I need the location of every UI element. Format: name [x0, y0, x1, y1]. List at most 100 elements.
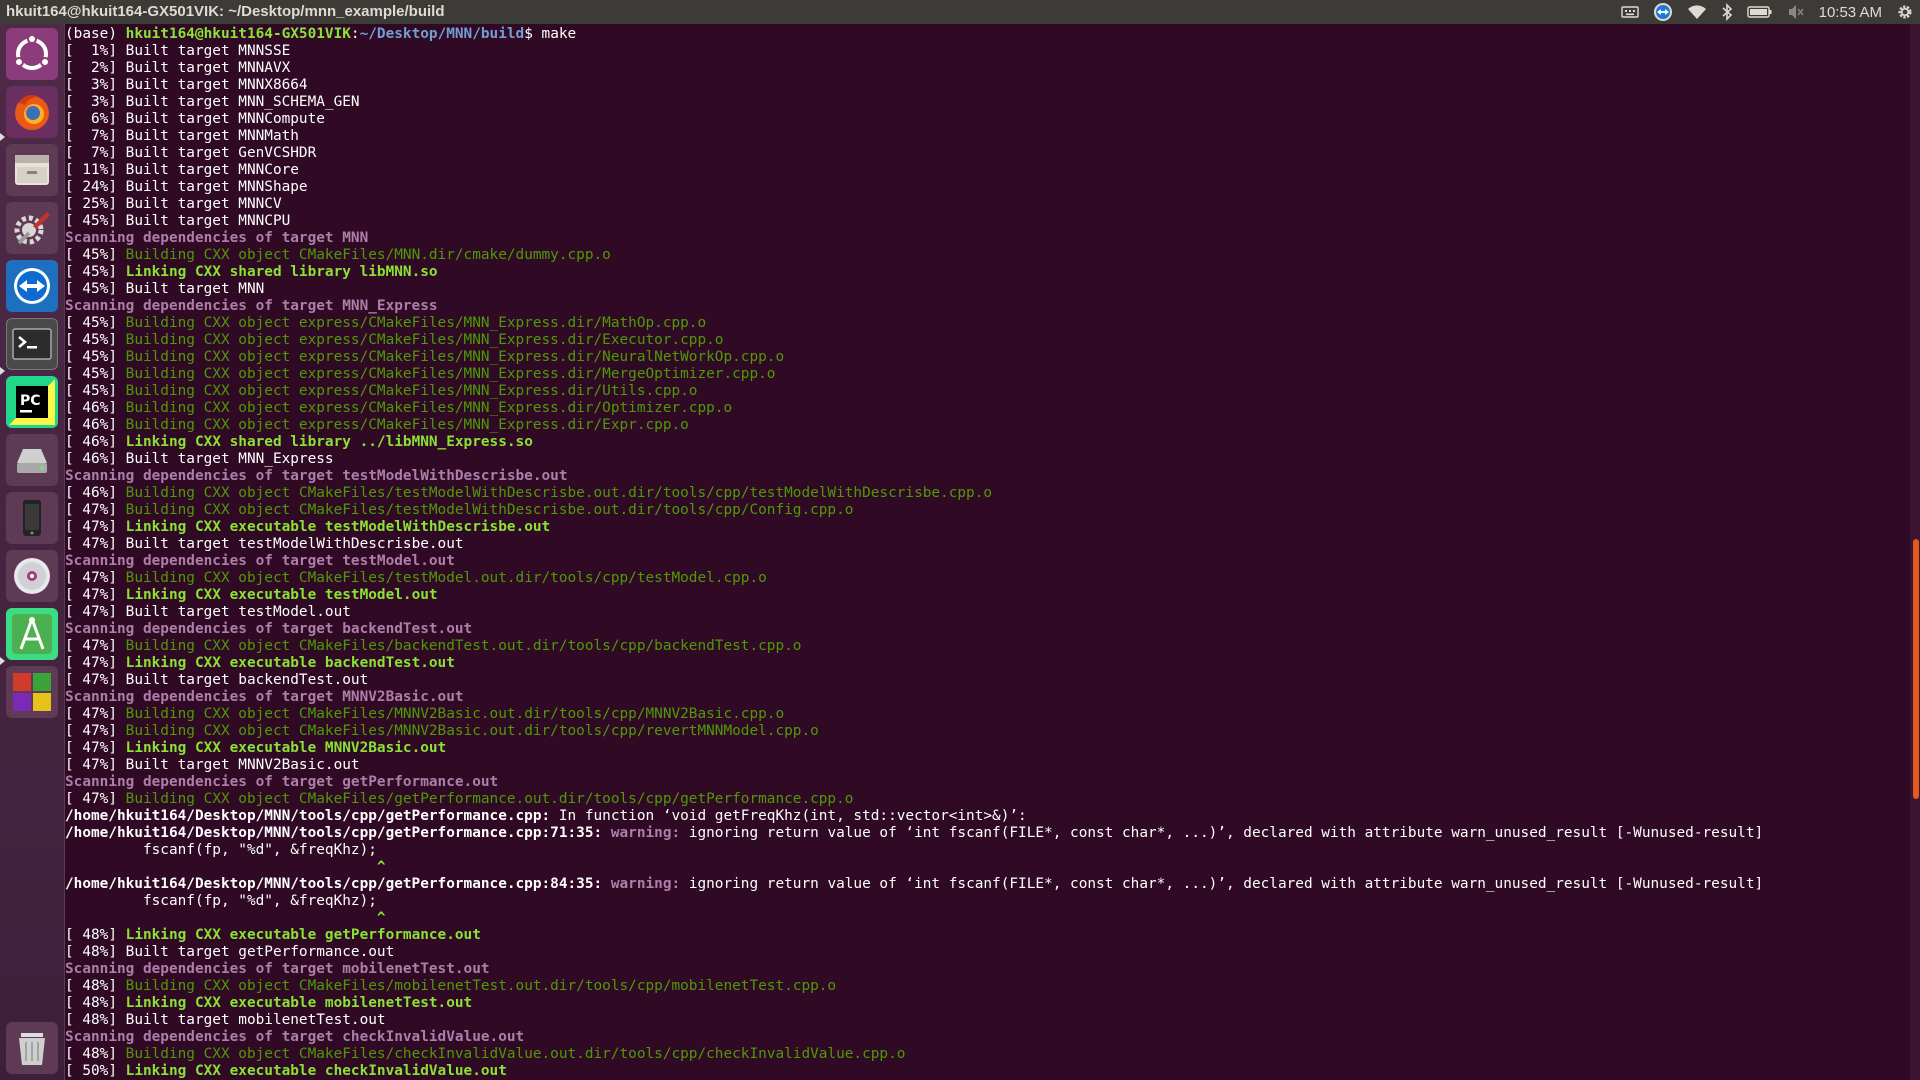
- progress-prefix: [ 47%]: [65, 791, 126, 807]
- terminal-line: [ 45%] Building CXX object express/CMake…: [65, 349, 1910, 366]
- clock[interactable]: 10:53 AM: [1819, 0, 1882, 24]
- line-text: Scanning dependencies of target MNNV2Bas…: [65, 689, 464, 705]
- ubuntu-dash-icon[interactable]: [6, 28, 58, 80]
- terminal-line: [ 47%] Building CXX object CMakeFiles/te…: [65, 502, 1910, 519]
- progress-prefix: [ 24%]: [65, 179, 126, 195]
- workspace-switcher-icon[interactable]: [6, 666, 58, 718]
- line-text: Scanning dependencies of target backendT…: [65, 621, 473, 637]
- line-text: Linking CXX executable testModelWithDesc…: [125, 519, 551, 535]
- terminal-icon[interactable]: [6, 318, 58, 370]
- line-text: fscanf(fp, "%d", &freqKhz);: [65, 842, 377, 858]
- prompt-env: (base): [65, 26, 126, 42]
- terminal-line: [ 48%] Built target getPerformance.out: [65, 944, 1910, 961]
- line-text: Building CXX object express/CMakeFiles/M…: [125, 366, 776, 382]
- progress-prefix: [ 3%]: [65, 77, 126, 93]
- terminal-line: [ 50%] Linking CXX executable checkInval…: [65, 1063, 1910, 1080]
- android-studio-icon[interactable]: [6, 608, 58, 660]
- terminal-line: [ 47%] Building CXX object CMakeFiles/MN…: [65, 723, 1910, 740]
- line-text: Building CXX object CMakeFiles/testModel…: [125, 485, 993, 501]
- line-text: Building CXX object CMakeFiles/mobilenet…: [125, 978, 837, 994]
- line-text: Building CXX object CMakeFiles/testModel…: [125, 570, 767, 586]
- battery-icon[interactable]: [1746, 0, 1773, 24]
- terminal-line: [ 46%] Building CXX object CMakeFiles/te…: [65, 485, 1910, 502]
- line-text: Built target MNNCore: [125, 162, 299, 178]
- files-icon[interactable]: [6, 144, 58, 196]
- progress-prefix: [ 48%]: [65, 1012, 126, 1028]
- terminal-line: [ 47%] Building CXX object CMakeFiles/ge…: [65, 791, 1910, 808]
- prompt-colon: :: [350, 26, 360, 42]
- line-rest: ignoring return value of ‘int fscanf(FIL…: [680, 825, 1764, 841]
- line-text: Linking CXX shared library ../libMNN_Exp…: [125, 434, 533, 450]
- dvd-icon[interactable]: [6, 550, 58, 602]
- terminal-line: [ 7%] Built target GenVCSHDR: [65, 145, 1910, 162]
- terminal-line: /home/hkuit164/Desktop/MNN/tools/cpp/get…: [65, 825, 1910, 842]
- line-text: Built target MNNV2Basic.out: [125, 757, 360, 773]
- terminal-line: [ 48%] Building CXX object CMakeFiles/mo…: [65, 978, 1910, 995]
- terminal-line: [ 47%] Linking CXX executable MNNV2Basic…: [65, 740, 1910, 757]
- progress-prefix: [ 48%]: [65, 927, 126, 943]
- terminal-line: Scanning dependencies of target backendT…: [65, 621, 1910, 638]
- terminal-line: [ 47%] Built target MNNV2Basic.out: [65, 757, 1910, 774]
- line-text: Built target MNN: [125, 281, 265, 297]
- gear-icon[interactable]: [1896, 0, 1914, 24]
- keyboard-icon[interactable]: [1620, 0, 1639, 24]
- progress-prefix: [ 47%]: [65, 655, 126, 671]
- line-text: /home/hkuit164/Desktop/MNN/tools/cpp/get…: [65, 808, 551, 824]
- line-text: Linking CXX shared library libMNN.so: [125, 264, 438, 280]
- line-text: Building CXX object express/CMakeFiles/M…: [125, 417, 689, 433]
- terminal-line: [ 48%] Linking CXX executable mobilenetT…: [65, 995, 1910, 1012]
- progress-prefix: [ 47%]: [65, 672, 126, 688]
- terminal-line: [ 46%] Building CXX object express/CMake…: [65, 417, 1910, 434]
- volume-muted-icon[interactable]: [1787, 0, 1805, 24]
- line-text: Building CXX object CMakeFiles/MNNV2Basi…: [125, 723, 819, 739]
- wifi-icon[interactable]: [1687, 0, 1707, 24]
- trash-icon[interactable]: [6, 1022, 58, 1074]
- pycharm-icon[interactable]: PC: [6, 376, 58, 428]
- teamviewer-icon[interactable]: [6, 260, 58, 312]
- scrollbar-thumb[interactable]: [1913, 539, 1919, 799]
- window-title: hkuit164@hkuit164-GX501VIK: ~/Desktop/mn…: [6, 3, 445, 20]
- line-text: /home/hkuit164/Desktop/MNN/tools/cpp/get…: [65, 825, 603, 841]
- line-text: Built target MNNShape: [125, 179, 308, 195]
- bluetooth-icon[interactable]: [1721, 0, 1733, 24]
- line-text: Building CXX object CMakeFiles/MNNV2Basi…: [125, 706, 785, 722]
- line-text: Building CXX object express/CMakeFiles/M…: [125, 315, 707, 331]
- line-text: Built target backendTest.out: [125, 672, 369, 688]
- terminal-line: [ 48%] Linking CXX executable getPerform…: [65, 927, 1910, 944]
- terminal-view[interactable]: (base) hkuit164@hkuit164-GX501VIK:~/Desk…: [65, 24, 1910, 1080]
- line-text: Building CXX object CMakeFiles/MNN.dir/c…: [125, 247, 611, 263]
- system-settings-icon[interactable]: [6, 202, 58, 254]
- line-text: Built target getPerformance.out: [125, 944, 395, 960]
- progress-prefix: [ 46%]: [65, 451, 126, 467]
- terminal-scrollbar[interactable]: [1910, 24, 1920, 1080]
- warning-label: warning:: [602, 876, 681, 892]
- line-text: Built target MNNAVX: [125, 60, 291, 76]
- progress-prefix: [ 47%]: [65, 757, 126, 773]
- terminal-line: [ 45%] Linking CXX shared library libMNN…: [65, 264, 1910, 281]
- terminal-line: [ 46%] Building CXX object express/CMake…: [65, 400, 1910, 417]
- prompt-path: ~/Desktop/MNN/build: [359, 26, 525, 42]
- firefox-icon[interactable]: [6, 86, 58, 138]
- terminal-line: [ 46%] Linking CXX shared library ../lib…: [65, 434, 1910, 451]
- prompt-user: hkuit164@hkuit164-GX501VIK: [125, 26, 351, 42]
- line-text: Built target MNNCPU: [125, 213, 291, 229]
- progress-prefix: [ 3%]: [65, 94, 126, 110]
- phone-icon[interactable]: [6, 492, 58, 544]
- line-text: Built target testModel.out: [125, 604, 351, 620]
- terminal-line: Scanning dependencies of target testMode…: [65, 468, 1910, 485]
- line-text: Building CXX object CMakeFiles/checkInva…: [125, 1046, 906, 1062]
- line-text: Built target MNNX8664: [125, 77, 308, 93]
- line-text: Linking CXX executable mobilenetTest.out: [125, 995, 473, 1011]
- line-text: Scanning dependencies of target checkInv…: [65, 1029, 525, 1045]
- line-rest: ignoring return value of ‘int fscanf(FIL…: [680, 876, 1764, 892]
- line-text: Building CXX object express/CMakeFiles/M…: [125, 349, 785, 365]
- indicator-area: 10:53 AM: [1620, 0, 1914, 24]
- progress-prefix: [ 47%]: [65, 502, 126, 518]
- terminal-line: [ 3%] Built target MNNX8664: [65, 77, 1910, 94]
- progress-prefix: [ 7%]: [65, 145, 126, 161]
- terminal-line: Scanning dependencies of target MNN: [65, 230, 1910, 247]
- teamviewer-icon[interactable]: [1653, 0, 1673, 24]
- disk-icon[interactable]: [6, 434, 58, 486]
- progress-prefix: [ 46%]: [65, 434, 126, 450]
- progress-prefix: [ 47%]: [65, 519, 126, 535]
